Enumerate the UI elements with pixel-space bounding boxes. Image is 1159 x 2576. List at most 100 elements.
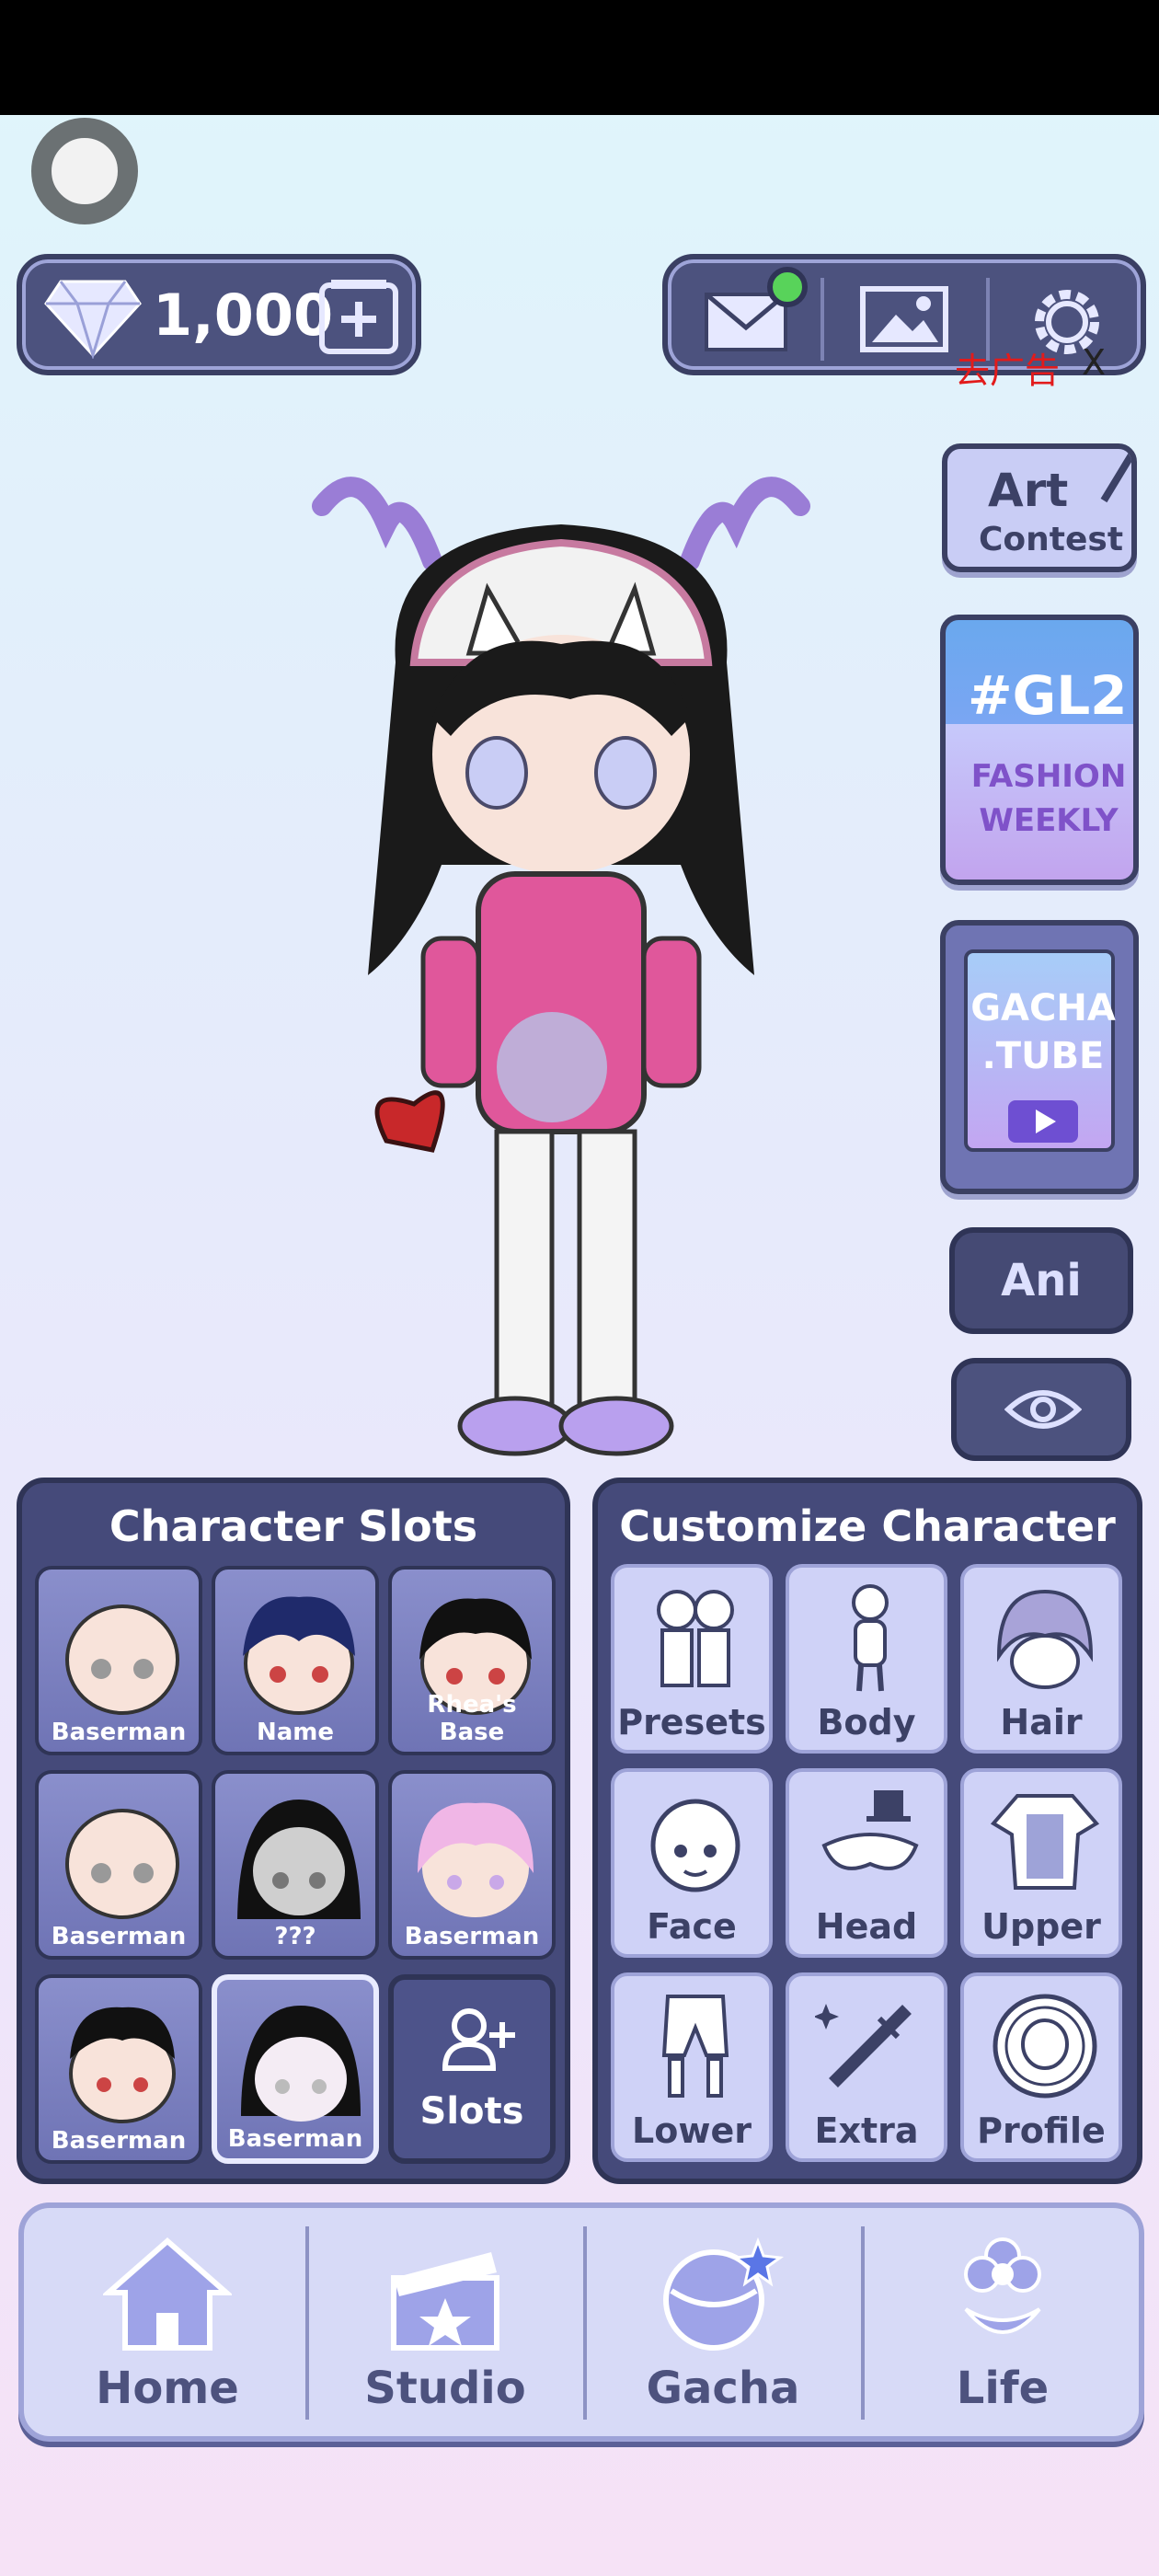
customize-character-panel: Customize Character Presets Body Hair Fa…	[592, 1478, 1142, 2184]
bottom-navigation: Home Studio Gacha Life	[18, 2202, 1144, 2442]
fashion-weekly-label: FASHION WEEKLY	[968, 754, 1130, 843]
slot-label: Baserman	[51, 1719, 187, 1746]
presets-label: Presets	[617, 1702, 766, 1742]
body-tile[interactable]: Body	[786, 1564, 947, 1754]
hair-tile[interactable]: Hair	[960, 1564, 1122, 1754]
notification-dot	[767, 267, 808, 307]
head-label: Head	[815, 1906, 918, 1947]
gacha-tube-screen: GACHA .TUBE	[964, 949, 1116, 1152]
slot-6[interactable]: Baserman	[388, 1770, 556, 1960]
eye-icon	[1004, 1390, 1082, 1429]
black-hair-head-icon	[241, 2006, 361, 2122]
presets-tile[interactable]: Presets	[611, 1564, 773, 1754]
lower-tile[interactable]: Lower	[611, 1972, 773, 2162]
head-tile[interactable]: Head	[786, 1768, 947, 1958]
sword-icon	[815, 2004, 912, 2087]
nav-home-label: Home	[96, 2363, 239, 2414]
body-label: Body	[817, 1702, 916, 1742]
close-ad-button[interactable]: X	[1082, 342, 1106, 383]
art-contest-subtitle: Contest	[979, 521, 1124, 558]
slot-5[interactable]: ???	[212, 1770, 379, 1960]
fashion-line: FASHION	[970, 758, 1127, 795]
slot-7[interactable]: Baserman	[35, 1974, 202, 2164]
nav-home[interactable]: Home	[29, 2208, 305, 2436]
clapperboard-icon	[391, 2252, 499, 2351]
body-icon	[852, 1584, 889, 1692]
gem-count: 1,000	[153, 282, 334, 349]
extra-tile[interactable]: Extra	[786, 1972, 947, 2162]
play-icon	[1008, 1100, 1078, 1143]
dark-hair-head-icon	[243, 1596, 355, 1715]
nav-studio-label: Studio	[364, 2363, 526, 2414]
diamond-icon	[44, 280, 142, 359]
nav-life[interactable]: Life	[865, 2208, 1141, 2436]
slot-2[interactable]: Name	[212, 1566, 379, 1755]
remove-ads-link[interactable]: 去广告	[955, 342, 1060, 393]
add-gems-icon[interactable]	[318, 276, 399, 357]
gacha-ball-icon	[663, 2237, 785, 2351]
slot-label: Baserman	[404, 1923, 540, 1950]
profile-tile[interactable]: Profile	[960, 1972, 1122, 2162]
add-slots-button[interactable]: Slots	[388, 1974, 556, 2164]
flower-icon	[964, 2237, 1041, 2334]
customize-character-title: Customize Character	[619, 1501, 1116, 1551]
slot-8-selected[interactable]: Baserman	[212, 1974, 379, 2164]
short-hair-head-icon	[69, 2007, 176, 2123]
gl2-fashion-weekly-button[interactable]: #GL2 FASHION WEEKLY	[940, 615, 1139, 885]
gallery-icon[interactable]	[859, 278, 951, 361]
art-contest-button[interactable]: Art Contest	[942, 443, 1137, 572]
character-slots-panel: Character Slots Baserman Name Rhea's Bas…	[17, 1478, 570, 2184]
hair-icon	[996, 1589, 1094, 1689]
bald-head-icon	[65, 1604, 179, 1715]
face-label: Face	[647, 1906, 737, 1947]
nav-gacha[interactable]: Gacha	[585, 2208, 861, 2436]
extra-label: Extra	[814, 2110, 919, 2151]
gl2-tag: #GL2	[968, 664, 1128, 727]
character-preview[interactable]	[276, 423, 846, 1481]
floating-circle-button[interactable]	[31, 118, 138, 224]
tube-line: .TUBE	[981, 1035, 1105, 1077]
weekly-line: WEEKLY	[979, 802, 1119, 839]
divider	[820, 278, 824, 361]
nav-gacha-label: Gacha	[646, 2363, 800, 2414]
slot-label: Baserman	[51, 1923, 187, 1950]
slot-label: Baserman	[51, 2127, 187, 2155]
add-slots-label: Slots	[419, 2090, 524, 2133]
upper-label: Upper	[981, 1906, 1101, 1947]
presets-icon	[657, 1590, 734, 1687]
gem-counter: 1,000	[17, 254, 421, 375]
slot-label: Baserman	[227, 2125, 363, 2153]
profile-label: Profile	[977, 2110, 1106, 2151]
ani-button[interactable]: Ani	[949, 1227, 1133, 1334]
add-user-icon	[442, 2008, 515, 2071]
slot-label: Name	[256, 1719, 335, 1746]
house-icon	[103, 2237, 232, 2351]
pink-hair-head-icon	[418, 1802, 534, 1917]
long-hair-head-icon	[237, 1800, 361, 1919]
face-tile[interactable]: Face	[611, 1768, 773, 1958]
nav-studio[interactable]: Studio	[307, 2208, 583, 2436]
upper-tile[interactable]: Upper	[960, 1768, 1122, 1958]
art-contest-title: Art	[988, 464, 1069, 517]
gacha-tube-label: GACHA .TUBE	[968, 984, 1119, 1080]
slot-label: ???	[274, 1923, 316, 1950]
hair-label: Hair	[1000, 1702, 1083, 1742]
slot-4[interactable]: Baserman	[35, 1770, 202, 1960]
visibility-toggle[interactable]	[951, 1358, 1131, 1461]
profile-icon	[993, 1994, 1097, 2099]
slot-label: Rhea's Base	[427, 1691, 517, 1746]
face-icon	[650, 1799, 740, 1892]
nav-life-label: Life	[956, 2363, 1050, 2414]
pencil-icon	[1100, 449, 1131, 503]
slot-3[interactable]: Rhea's Base	[388, 1566, 556, 1755]
gacha-line: GACHA	[970, 987, 1116, 1029]
character-slots-title: Character Slots	[109, 1501, 478, 1551]
ani-label: Ani	[1001, 1255, 1082, 1306]
bald-head-icon	[65, 1809, 179, 1919]
gacha-tube-button[interactable]: GACHA .TUBE	[940, 920, 1139, 1194]
slot-1[interactable]: Baserman	[35, 1566, 202, 1755]
pants-icon	[661, 1995, 729, 2098]
status-bar	[0, 0, 1159, 115]
lower-label: Lower	[632, 2110, 752, 2151]
top-icons-bar	[662, 254, 1146, 375]
